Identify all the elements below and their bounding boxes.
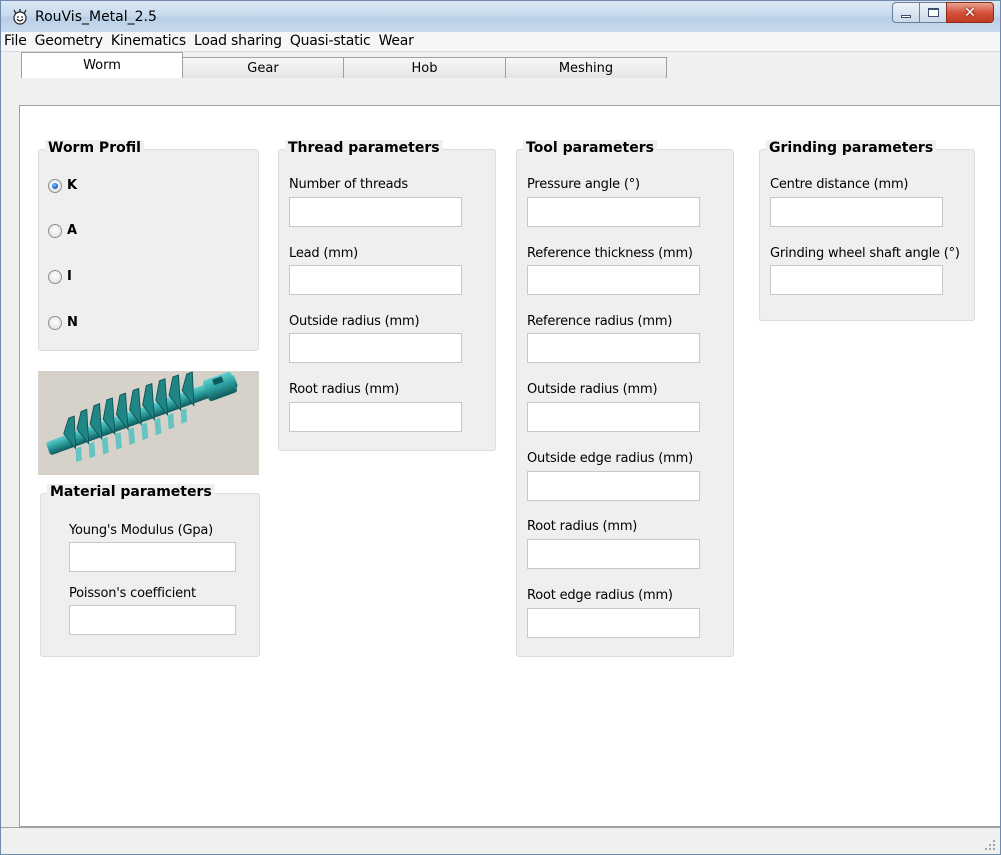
- radio-n[interactable]: [48, 315, 62, 330]
- menu-bar: File Geometry Kinematics Load sharing Qu…: [1, 32, 1000, 52]
- menu-quasi-static[interactable]: Quasi-static: [286, 32, 375, 51]
- tool-root-radius-input[interactable]: [527, 539, 700, 569]
- material-parameters-title: Material parameters: [47, 484, 215, 500]
- material-parameters-group: Material parameters Young's Modulus (Gpa…: [40, 484, 260, 657]
- minimize-icon: [901, 14, 911, 18]
- grinding-wheel-shaft-angle-input[interactable]: [770, 265, 943, 295]
- centre-distance-label: Centre distance (mm): [770, 177, 909, 192]
- minimize-button[interactable]: [892, 2, 919, 23]
- menu-wear[interactable]: Wear: [375, 32, 418, 51]
- app-window: RouVis_Metal_2.5 ✕ File Geometry Kinemat…: [0, 0, 1001, 855]
- tab-strip: Worm Gear Hob Meshing: [21, 52, 667, 78]
- thread-parameters-group: Thread parameters Number of threads Lead…: [278, 140, 496, 451]
- youngs-modulus-input[interactable]: [69, 542, 236, 572]
- tool-outside-radius-label: Outside radius (mm): [527, 382, 658, 397]
- lead-input[interactable]: [289, 265, 462, 295]
- menu-geometry[interactable]: Geometry: [31, 32, 107, 51]
- tool-parameters-title: Tool parameters: [523, 140, 657, 156]
- menu-kinematics[interactable]: Kinematics: [107, 32, 190, 51]
- outside-edge-radius-label: Outside edge radius (mm): [527, 451, 693, 466]
- number-of-threads-input[interactable]: [289, 197, 462, 227]
- close-icon: ✕: [964, 4, 976, 21]
- maximize-icon: [927, 8, 939, 17]
- root-edge-radius-label: Root edge radius (mm): [527, 588, 673, 603]
- radio-n-label[interactable]: N: [67, 315, 78, 330]
- reference-thickness-label: Reference thickness (mm): [527, 246, 693, 261]
- grinding-parameters-title: Grinding parameters: [766, 140, 937, 156]
- centre-distance-input[interactable]: [770, 197, 943, 227]
- grinding-wheel-shaft-angle-label: Grinding wheel shaft angle (°): [770, 246, 960, 261]
- thread-outside-radius-label: Outside radius (mm): [289, 314, 420, 329]
- tool-root-radius-label: Root radius (mm): [527, 519, 638, 534]
- thread-root-radius-input[interactable]: [289, 402, 462, 432]
- radio-option-k[interactable]: K: [48, 178, 77, 193]
- resize-grip-icon[interactable]: [984, 839, 996, 851]
- poissons-coefficient-label: Poisson's coefficient: [69, 586, 196, 601]
- reference-radius-label: Reference radius (mm): [527, 314, 673, 329]
- radio-option-n[interactable]: N: [48, 315, 78, 330]
- menu-file[interactable]: File: [1, 32, 31, 51]
- tool-parameters-group: Tool parameters Pressure angle (°) Refer…: [516, 140, 734, 657]
- tool-outside-radius-input[interactable]: [527, 402, 700, 432]
- worm-profil-title: Worm Profil: [45, 140, 144, 156]
- worm-profil-group: Worm Profil K A I N: [38, 140, 259, 351]
- window-controls: ✕: [892, 2, 994, 23]
- radio-k[interactable]: [48, 178, 62, 193]
- radio-k-label[interactable]: K: [67, 178, 77, 193]
- tab-hob[interactable]: Hob: [344, 57, 506, 78]
- poissons-coefficient-input[interactable]: [69, 605, 236, 635]
- radio-i[interactable]: [48, 269, 62, 284]
- title-bar[interactable]: RouVis_Metal_2.5 ✕: [1, 1, 1000, 32]
- pressure-angle-input[interactable]: [527, 197, 700, 227]
- pressure-angle-label: Pressure angle (°): [527, 177, 640, 192]
- status-bar: [1, 827, 1000, 854]
- thread-root-radius-label: Root radius (mm): [289, 382, 400, 397]
- maximize-button[interactable]: [919, 2, 946, 23]
- tab-meshing[interactable]: Meshing: [506, 57, 667, 78]
- reference-radius-input[interactable]: [527, 333, 700, 363]
- radio-option-i[interactable]: I: [48, 269, 72, 284]
- youngs-modulus-label: Young's Modulus (Gpa): [69, 523, 214, 538]
- outside-edge-radius-input[interactable]: [527, 471, 700, 501]
- thread-outside-radius-input[interactable]: [289, 333, 462, 363]
- menu-load-sharing[interactable]: Load sharing: [190, 32, 286, 51]
- lead-label: Lead (mm): [289, 246, 359, 261]
- thread-parameters-title: Thread parameters: [285, 140, 443, 156]
- tab-gear[interactable]: Gear: [183, 57, 344, 78]
- app-logo-icon: [13, 9, 27, 25]
- radio-option-a[interactable]: A: [48, 223, 77, 238]
- root-edge-radius-input[interactable]: [527, 608, 700, 638]
- worm-illustration: [46, 371, 238, 463]
- radio-i-label[interactable]: I: [67, 269, 72, 284]
- window-title: RouVis_Metal_2.5: [35, 9, 157, 25]
- grinding-parameters-group: Grinding parameters Centre distance (mm)…: [759, 140, 975, 321]
- tab-worm[interactable]: Worm: [21, 52, 183, 78]
- close-button[interactable]: ✕: [946, 2, 994, 23]
- worm-preview-image: [38, 371, 259, 475]
- reference-thickness-input[interactable]: [527, 265, 700, 295]
- radio-a[interactable]: [48, 223, 62, 238]
- number-of-threads-label: Number of threads: [289, 177, 409, 192]
- radio-a-label[interactable]: A: [67, 223, 77, 238]
